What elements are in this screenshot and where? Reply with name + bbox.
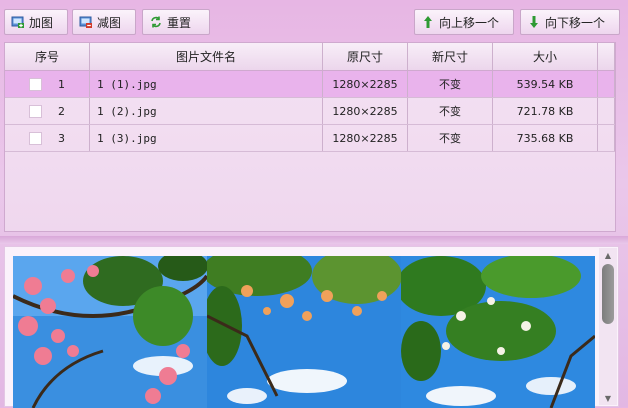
toolbar: 加图 减图 重置 向上移一个 向下移一个 [0, 0, 628, 40]
row-new-size: 不变 [408, 71, 493, 97]
row-checkbox[interactable] [29, 104, 42, 118]
table-row[interactable]: 3 1 (3).jpg 1280×2285 不变 735.68 KB [5, 125, 615, 152]
row-filename: 1 (3).jpg [90, 125, 323, 151]
preview-image [207, 256, 401, 408]
row-checkbox[interactable] [29, 77, 42, 91]
move-up-button[interactable]: 向上移一个 [414, 9, 514, 35]
preview-image [13, 256, 207, 408]
image-list-table: 序号 图片文件名 原尺寸 新尺寸 大小 1 1 (1).jpg 1280×228… [4, 42, 616, 232]
row-file-size: 735.68 KB [493, 125, 598, 151]
reset-icon [149, 15, 163, 29]
table-row[interactable]: 1 1 (1).jpg 1280×2285 不变 539.54 KB [5, 71, 615, 98]
splitter[interactable] [0, 236, 628, 244]
scroll-up-icon[interactable]: ▲ [601, 249, 615, 261]
row-index: 1 [58, 77, 65, 91]
reset-label: 重置 [167, 15, 192, 30]
row-file-size: 721.78 KB [493, 98, 598, 124]
move-up-label: 向上移一个 [439, 15, 500, 30]
move-down-button[interactable]: 向下移一个 [520, 9, 620, 35]
header-filename[interactable]: 图片文件名 [90, 43, 323, 70]
row-original-size: 1280×2285 [323, 125, 408, 151]
row-new-size: 不变 [408, 98, 493, 124]
row-checkbox[interactable] [29, 131, 42, 145]
row-original-size: 1280×2285 [323, 71, 408, 97]
preview-scrollbar[interactable]: ▲ ▼ [599, 248, 617, 405]
preview-image [401, 256, 595, 408]
add-image-icon [11, 15, 25, 29]
image-preview-panel: ▲ ▼ [4, 246, 619, 408]
move-down-label: 向下移一个 [545, 15, 606, 30]
row-file-size: 539.54 KB [493, 71, 598, 97]
row-index: 2 [58, 104, 65, 118]
remove-image-label: 减图 [97, 15, 122, 30]
row-filename: 1 (2).jpg [90, 98, 323, 124]
header-file-size[interactable]: 大小 [493, 43, 598, 70]
row-new-size: 不变 [408, 125, 493, 151]
remove-image-icon [79, 15, 93, 29]
arrow-down-icon [527, 15, 541, 29]
header-new-size[interactable]: 新尺寸 [408, 43, 493, 70]
reset-button[interactable]: 重置 [142, 9, 210, 35]
remove-image-button[interactable]: 减图 [72, 9, 136, 35]
add-image-button[interactable]: 加图 [4, 9, 68, 35]
table-row[interactable]: 2 1 (2).jpg 1280×2285 不变 721.78 KB [5, 98, 615, 125]
table-header: 序号 图片文件名 原尺寸 新尺寸 大小 [5, 43, 615, 71]
row-index: 3 [58, 131, 65, 145]
scrollbar-thumb[interactable] [602, 264, 614, 324]
arrow-up-icon [421, 15, 435, 29]
header-index[interactable]: 序号 [5, 43, 90, 70]
row-filename: 1 (1).jpg [90, 71, 323, 97]
preview-strip [13, 256, 595, 408]
add-image-label: 加图 [29, 15, 54, 30]
header-filler [598, 43, 615, 70]
header-original-size[interactable]: 原尺寸 [323, 43, 408, 70]
row-original-size: 1280×2285 [323, 98, 408, 124]
scroll-down-icon[interactable]: ▼ [601, 392, 615, 404]
